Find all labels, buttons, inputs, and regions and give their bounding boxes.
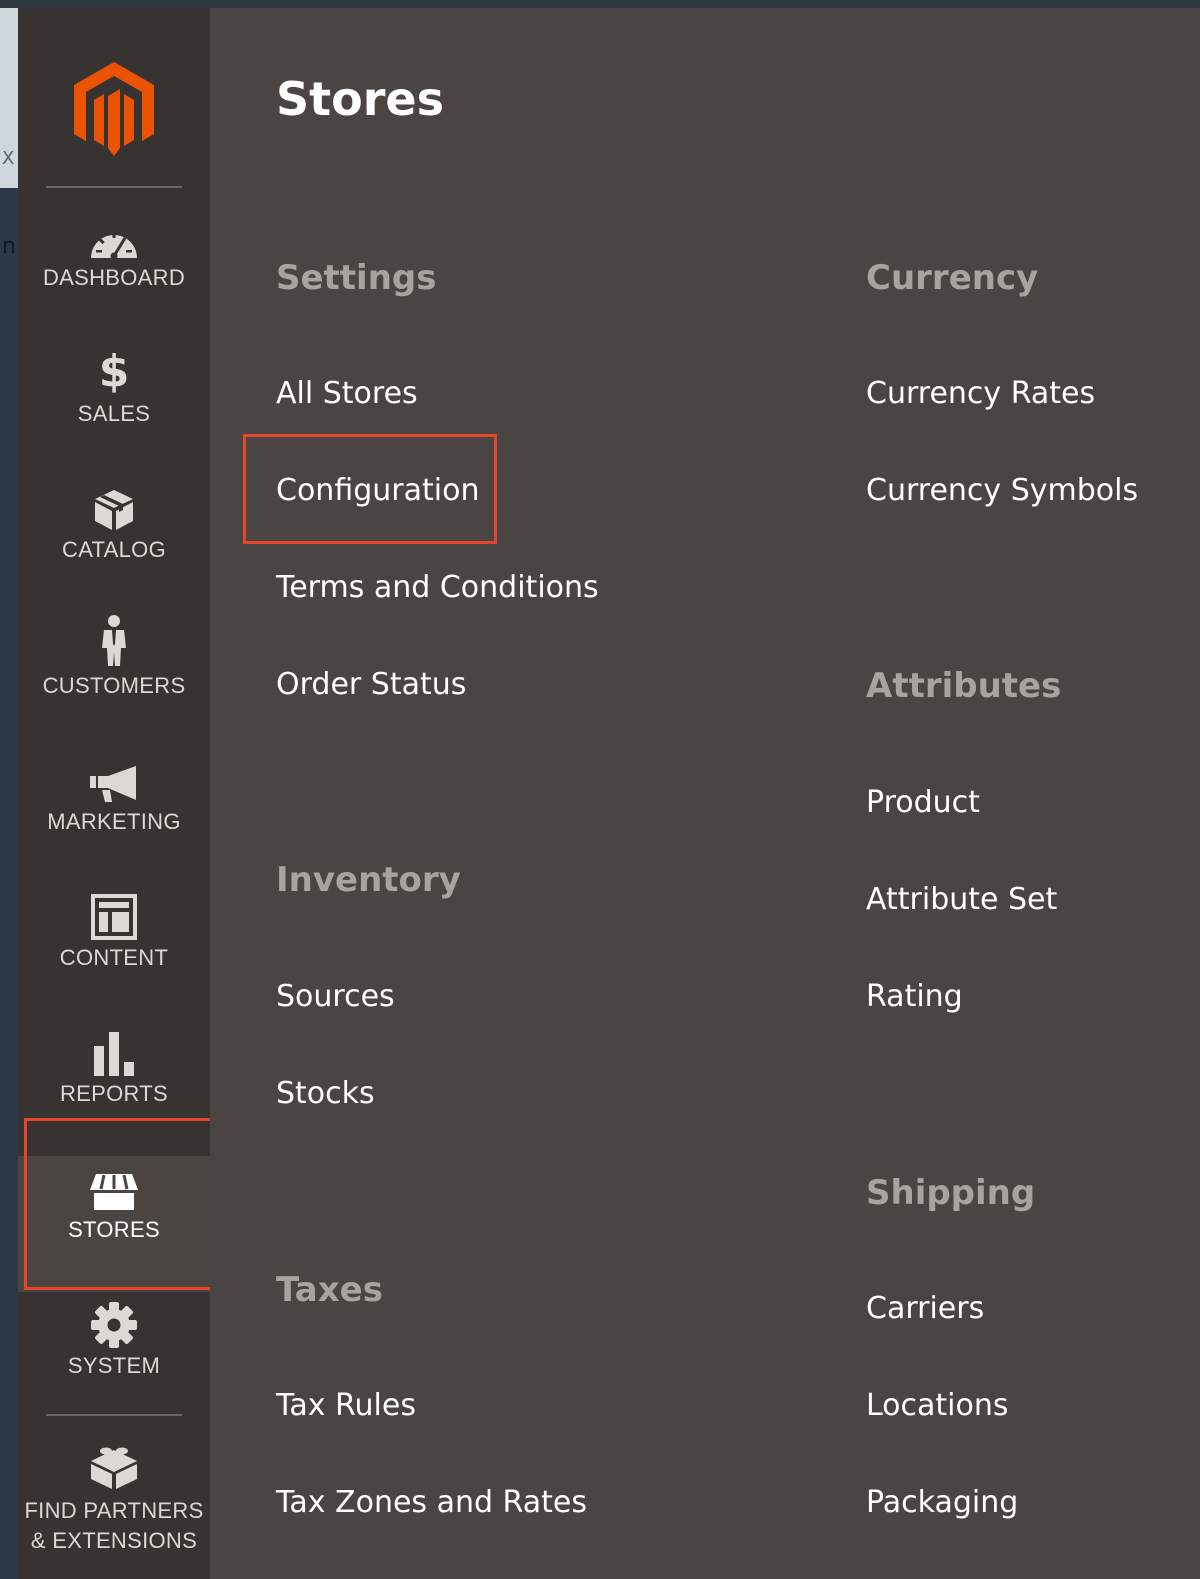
magento-logo-icon[interactable] — [72, 60, 156, 158]
page-title: Stores — [276, 72, 444, 126]
menu-link-attribute-set[interactable]: Attribute Set — [866, 882, 1057, 917]
section-title-attributes: Attributes — [866, 666, 1062, 706]
background-window-edge: X n — [0, 8, 18, 1579]
bar-chart-icon — [18, 1020, 210, 1076]
window-top-bar — [0, 0, 1200, 8]
screen: X n DASHBOARD $ SALES CATALOG CUSTOMERS … — [0, 0, 1200, 1579]
background-window-dark-area — [0, 188, 18, 1579]
background-text-fragment: X — [2, 148, 15, 169]
menu-link-product[interactable]: Product — [866, 785, 980, 820]
sidebar-item-content[interactable]: CONTENT — [18, 884, 210, 1020]
sidebar-item-label: STORES — [68, 1217, 160, 1242]
section-title-taxes: Taxes — [276, 1270, 383, 1310]
menu-link-currency-symbols[interactable]: Currency Symbols — [866, 473, 1138, 508]
sidebar-item-catalog[interactable]: CATALOG — [18, 476, 210, 612]
sidebar-item-label: DASHBOARD — [42, 265, 186, 290]
menu-link-stocks[interactable]: Stocks — [276, 1076, 375, 1111]
menu-link-carriers[interactable]: Carriers — [866, 1291, 984, 1326]
storefront-icon — [18, 1156, 210, 1212]
menu-link-tax-zones-and-rates[interactable]: Tax Zones and Rates — [276, 1485, 587, 1520]
layout-icon — [18, 884, 210, 940]
menu-link-tax-rules[interactable]: Tax Rules — [276, 1388, 416, 1423]
menu-link-rating[interactable]: Rating — [866, 979, 963, 1014]
section-title-shipping: Shipping — [866, 1173, 1036, 1213]
sidebar-item-label: CUSTOMERS — [42, 673, 186, 698]
admin-sidebar: DASHBOARD $ SALES CATALOG CUSTOMERS MARK… — [18, 8, 210, 1579]
sidebar-item-label: FIND PARTNERS — [24, 1498, 204, 1523]
sidebar-item-sales[interactable]: $ SALES — [18, 340, 210, 476]
box-icon — [18, 476, 210, 532]
dashboard-gauge-icon — [18, 204, 210, 260]
sidebar-item-find-partners-extensions[interactable]: FIND PARTNERS & EXTENSIONS — [18, 1428, 210, 1578]
section-title-inventory: Inventory — [276, 860, 461, 900]
sidebar-divider — [46, 1414, 182, 1416]
sidebar-divider — [46, 186, 182, 188]
menu-link-terms-and-conditions[interactable]: Terms and Conditions — [276, 570, 599, 605]
sidebar-item-label: REPORTS — [59, 1081, 169, 1106]
bricks-icon — [18, 1428, 210, 1490]
sidebar-item-stores[interactable]: STORES — [18, 1156, 210, 1292]
sidebar-item-system[interactable]: SYSTEM — [18, 1292, 210, 1428]
menu-link-packaging[interactable]: Packaging — [866, 1485, 1018, 1520]
sidebar-item-label: MARKETING — [47, 809, 181, 834]
background-text-fragment: n — [2, 234, 16, 259]
stores-menu-panel: Stores Settings All Stores Configuration… — [210, 8, 1200, 1579]
gear-icon — [18, 1292, 210, 1348]
menu-link-sources[interactable]: Sources — [276, 979, 395, 1014]
menu-link-order-status[interactable]: Order Status — [276, 667, 466, 702]
sidebar-item-reports[interactable]: REPORTS — [18, 1020, 210, 1156]
sidebar-item-label: CONTENT — [59, 945, 169, 970]
sidebar-item-label: SALES — [77, 401, 151, 426]
sidebar-item-label: CATALOG — [62, 537, 166, 562]
menu-link-all-stores[interactable]: All Stores — [276, 376, 418, 411]
person-icon — [18, 612, 210, 668]
menu-link-locations[interactable]: Locations — [866, 1388, 1009, 1423]
megaphone-icon — [18, 748, 210, 804]
sidebar-item-label: & EXTENSIONS — [30, 1528, 198, 1553]
menu-link-currency-rates[interactable]: Currency Rates — [866, 376, 1095, 411]
sidebar-item-marketing[interactable]: MARKETING — [18, 748, 210, 884]
sidebar-item-dashboard[interactable]: DASHBOARD — [18, 204, 210, 340]
sidebar-item-label: SYSTEM — [67, 1353, 161, 1378]
menu-link-configuration[interactable]: Configuration — [276, 473, 479, 508]
section-title-settings: Settings — [276, 258, 437, 298]
sidebar-item-customers[interactable]: CUSTOMERS — [18, 612, 210, 748]
section-title-currency: Currency — [866, 258, 1039, 298]
dollar-icon: $ — [98, 346, 130, 397]
